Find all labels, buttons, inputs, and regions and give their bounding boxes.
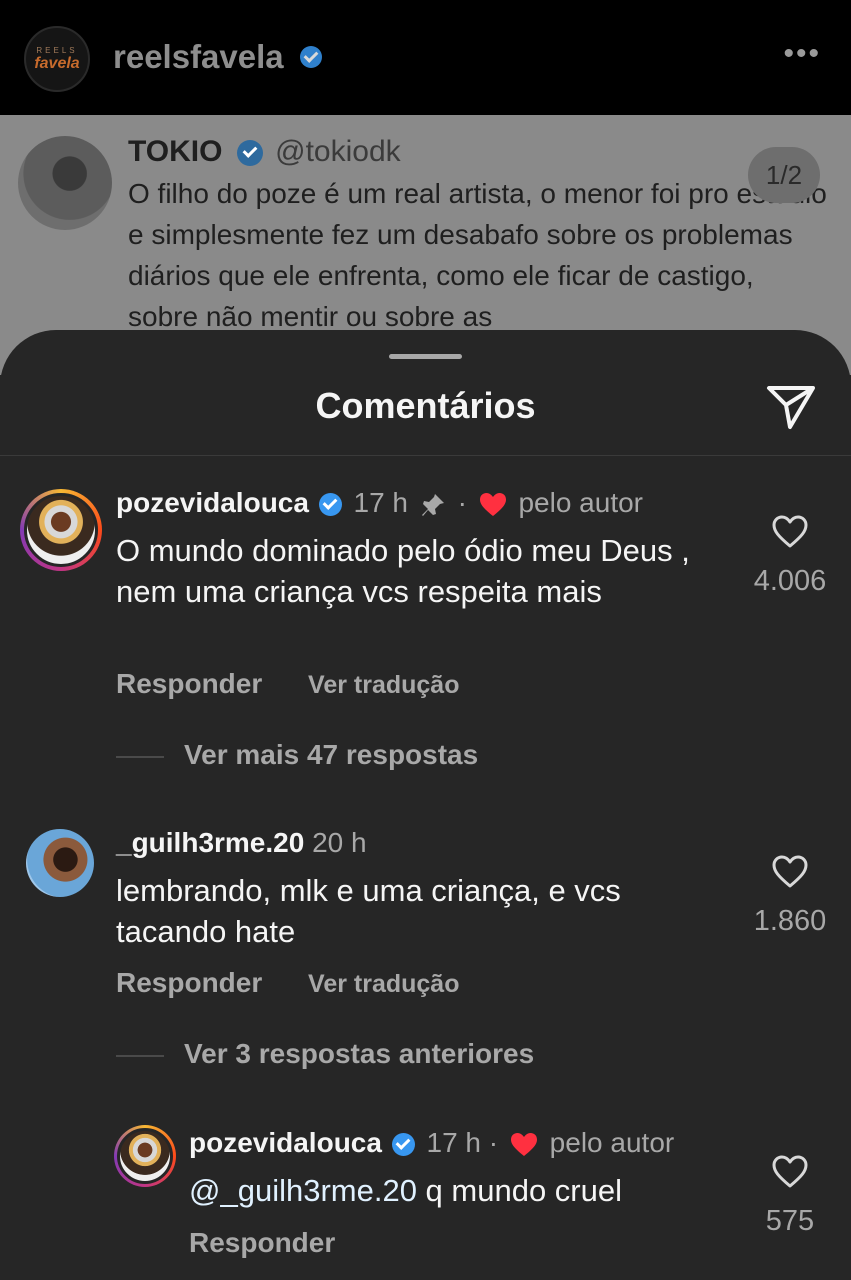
tweet-author-handle: @tokiodk (275, 135, 401, 168)
reply-time: 17 h (426, 1127, 482, 1158)
comment-time: 17 h (353, 487, 409, 518)
sheet-title: Comentários (315, 385, 536, 426)
pin-icon (421, 493, 444, 516)
view-more-replies-button[interactable]: Ver mais 47 respostas (116, 739, 478, 771)
liked-by-author-label: pelo autor (518, 487, 643, 518)
tweet-verified-icon (236, 140, 263, 167)
comments-sheet: Comentários pozevidalouca 17 h · pelo au… (0, 330, 851, 1280)
verified-badge-icon (300, 46, 322, 68)
account-avatar[interactable]: REELS favela (24, 26, 90, 92)
heart-outline-icon[interactable] (772, 1155, 808, 1189)
send-icon[interactable] (766, 383, 816, 431)
reply-meta: pozevidalouca 17 h · pelo autor (189, 1127, 674, 1159)
sheet-divider (0, 455, 851, 456)
tweet-author-name: TOKIO (128, 135, 223, 168)
like-count: 1.860 (753, 905, 827, 937)
like-control: 1.860 (740, 855, 840, 938)
comment-actions: Responder Ver tradução (116, 967, 459, 999)
reply-button[interactable]: Responder (116, 967, 262, 998)
heart-outline-icon[interactable] (772, 515, 808, 549)
like-control: 4.006 (740, 515, 840, 598)
liked-by-author-label: pelo autor (549, 1127, 675, 1158)
comment-meta: pozevidalouca 17 h · pelo autor (116, 487, 643, 519)
reply-text: @_guilh3rme.20 q mundo cruel (189, 1170, 729, 1211)
reply-button[interactable]: Responder (189, 1227, 335, 1258)
comment-meta: _guilh3rme.20 20 h (116, 827, 367, 859)
reply-text-body: q mundo cruel (416, 1173, 622, 1208)
author-heart-icon (479, 492, 506, 516)
verified-badge-icon (391, 1133, 415, 1157)
replies-line (116, 755, 164, 758)
tweet-text: O filho do poze é um real artista, o men… (128, 178, 827, 332)
reply-button[interactable]: Responder (116, 668, 262, 699)
sheet-drag-handle[interactable] (389, 354, 462, 359)
avatar-logo-line1: REELS (36, 46, 78, 55)
view-previous-replies-label: Ver 3 respostas anteriores (184, 1038, 535, 1069)
comment-actions: Responder Ver tradução (116, 668, 459, 700)
comment-text: lembrando, mlk e uma criança, e vcs taca… (116, 873, 621, 949)
commenter-avatar[interactable] (20, 489, 102, 571)
verified-badge-icon (318, 493, 342, 517)
comment-username[interactable]: pozevidalouca (116, 487, 309, 518)
tweet-author-avatar (18, 136, 112, 230)
like-control: 575 (740, 1155, 840, 1238)
view-previous-replies-button[interactable]: Ver 3 respostas anteriores (116, 1038, 534, 1070)
tweet-header: TOKIO @tokiodk (128, 135, 401, 169)
replier-avatar[interactable] (114, 1125, 176, 1187)
account-name[interactable]: reelsfavela (113, 38, 284, 76)
mention-link[interactable]: @_guilh3rme.20 (189, 1173, 417, 1208)
media-counter: 1/2 (748, 147, 820, 203)
view-more-replies-label: Ver mais 47 respostas (184, 739, 479, 770)
top-bar: REELS favela reelsfavela ••• (0, 0, 851, 115)
reply-actions: Responder (189, 1227, 335, 1259)
see-translation-button[interactable]: Ver tradução (308, 970, 459, 998)
like-count: 4.006 (753, 565, 827, 597)
replies-line (116, 1054, 164, 1057)
like-count: 575 (765, 1205, 815, 1237)
commenter-avatar[interactable] (26, 829, 94, 897)
comment-time: 20 h (312, 827, 367, 858)
see-translation-button[interactable]: Ver tradução (308, 671, 459, 699)
heart-outline-icon[interactable] (772, 855, 808, 889)
avatar-logo-line2: favela (34, 55, 80, 72)
author-heart-icon (510, 1132, 537, 1156)
comment-text: O mundo dominado pelo ódio meu Deus , ne… (116, 533, 690, 609)
meta-separator: · (488, 1127, 499, 1158)
reply-username[interactable]: pozevidalouca (189, 1127, 382, 1158)
more-dots-icon[interactable]: ••• (783, 39, 821, 69)
meta-separator: · (457, 487, 467, 518)
comment-username[interactable]: _guilh3rme.20 (116, 827, 304, 858)
